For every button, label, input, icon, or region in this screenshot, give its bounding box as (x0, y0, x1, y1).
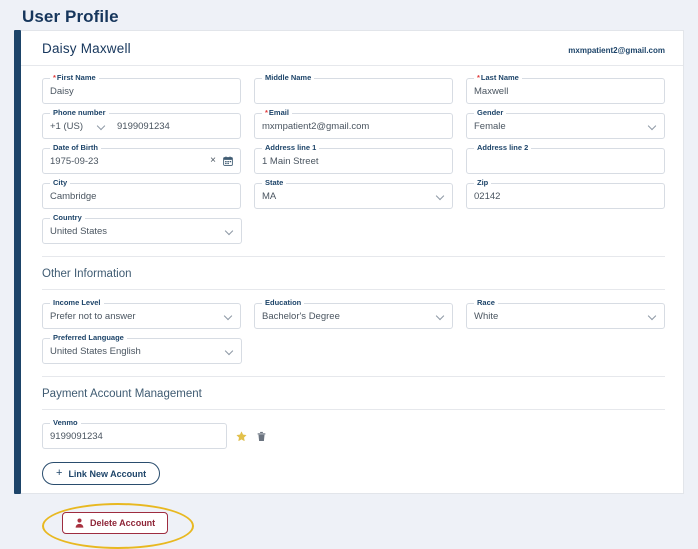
form-row-city-state-zip: City Cambridge State MA Zip 02142 (42, 178, 665, 209)
field-address-line-2[interactable]: Address line 2 (466, 143, 665, 174)
form-row-names: *First Name Daisy Middle Name *Last Name (42, 73, 665, 104)
field-label-education: Education (262, 298, 305, 308)
field-value-date-of-birth: 1975-09-23 (50, 155, 99, 167)
chevron-down-icon[interactable] (97, 122, 107, 131)
form-row-country: Country United States (42, 213, 665, 244)
field-income-level[interactable]: Income Level Prefer not to answer (42, 298, 241, 329)
field-label-last-name: *Last Name (474, 73, 522, 83)
profile-card: Daisy Maxwell mxmpatient2@gmail.com *Fir… (14, 30, 684, 549)
required-asterisk: * (53, 73, 56, 82)
field-preferred-language[interactable]: Preferred Language United States English (42, 333, 242, 364)
field-value-address-line-1: 1 Main Street (262, 155, 319, 167)
field-value-education: Bachelor's Degree (262, 310, 340, 322)
field-label-address-line-1: Address line 1 (262, 143, 320, 153)
chevron-down-icon[interactable] (648, 312, 657, 321)
field-label-preferred-language: Preferred Language (50, 333, 127, 343)
payment-account-row: Venmo 9199091234 (42, 418, 665, 449)
page-title: User Profile (22, 7, 119, 26)
field-value-gender: Female (474, 120, 506, 132)
card-header: Daisy Maxwell mxmpatient2@gmail.com (21, 31, 683, 66)
field-value-email: mxmpatient2@gmail.com (262, 120, 370, 132)
chevron-down-icon[interactable] (436, 192, 445, 201)
link-new-account-label: Link New Account (68, 468, 147, 479)
section-title-payment: Payment Account Management (42, 388, 665, 410)
field-label-phone-number: Phone number (50, 108, 109, 118)
section-payment-account-management: Payment Account Management Venmo 9199091… (42, 376, 665, 549)
form-row-contact: Phone number +1 (US) 9199091234 *Email m… (42, 108, 665, 139)
phone-country-code[interactable]: +1 (US) (50, 121, 83, 132)
star-icon[interactable] (236, 430, 247, 442)
plus-icon: + (56, 467, 63, 479)
field-label-state: State (262, 178, 287, 188)
field-race[interactable]: Race White (466, 298, 665, 329)
field-value-preferred-language: United States English (50, 345, 141, 357)
calendar-icon[interactable] (223, 156, 233, 166)
required-asterisk: * (477, 73, 480, 82)
field-label-gender: Gender (474, 108, 507, 118)
field-email[interactable]: *Email mxmpatient2@gmail.com (254, 108, 453, 139)
trash-icon[interactable] (256, 431, 267, 442)
chevron-down-icon[interactable] (648, 122, 657, 131)
field-middle-name[interactable]: Middle Name (254, 73, 453, 104)
profile-email: mxmpatient2@gmail.com (568, 46, 665, 55)
field-country[interactable]: Country United States (42, 213, 242, 244)
delete-account-label: Delete Account (90, 518, 156, 528)
field-value-income-level: Prefer not to answer (50, 310, 136, 322)
field-first-name[interactable]: *First Name Daisy (42, 73, 241, 104)
form-row-other-2: Preferred Language United States English (42, 333, 665, 364)
card-body: *First Name Daisy Middle Name *Last Name (21, 66, 683, 549)
person-icon (75, 518, 84, 528)
link-new-account-button[interactable]: + Link New Account (42, 462, 161, 485)
field-label-country: Country (50, 213, 85, 223)
field-label-income-level: Income Level (50, 298, 104, 308)
field-label-middle-name: Middle Name (262, 73, 315, 83)
field-last-name[interactable]: *Last Name Maxwell (466, 73, 665, 104)
field-label-city: City (50, 178, 71, 188)
section-other-information: Other Information Income Level Prefer no… (42, 256, 665, 364)
field-label-race: Race (474, 298, 498, 308)
field-gender[interactable]: Gender Female (466, 108, 665, 139)
field-value-first-name: Daisy (50, 85, 74, 97)
form-row-address: Date of Birth 1975-09-23 × Address line … (42, 143, 665, 174)
field-value-city: Cambridge (50, 190, 97, 202)
card-accent-bar (14, 30, 21, 494)
field-city[interactable]: City Cambridge (42, 178, 241, 209)
delete-account-button[interactable]: Delete Account (62, 512, 169, 534)
field-zip[interactable]: Zip 02142 (466, 178, 665, 209)
field-value-last-name: Maxwell (474, 85, 509, 97)
form-row-other-1: Income Level Prefer not to answer Educat… (42, 298, 665, 329)
field-label-date-of-birth: Date of Birth (50, 143, 101, 153)
field-label-venmo: Venmo (50, 418, 81, 428)
profile-name: Daisy Maxwell (42, 41, 131, 56)
field-label-first-name: *First Name (50, 73, 99, 83)
field-label-address-line-2: Address line 2 (474, 143, 532, 153)
field-value-phone-number: 9199091234 (117, 120, 170, 132)
field-state[interactable]: State MA (254, 178, 453, 209)
field-label-zip: Zip (474, 178, 492, 188)
field-phone-number[interactable]: Phone number +1 (US) 9199091234 (42, 108, 241, 139)
field-value-venmo: 9199091234 (50, 430, 103, 442)
chevron-down-icon[interactable] (225, 347, 234, 356)
chevron-down-icon[interactable] (436, 312, 445, 321)
chevron-down-icon[interactable] (224, 312, 233, 321)
field-education[interactable]: Education Bachelor's Degree (254, 298, 453, 329)
section-title-other-information: Other Information (42, 268, 665, 290)
field-label-email: *Email (262, 108, 292, 118)
field-value-zip: 02142 (474, 190, 501, 202)
field-value-race: White (474, 310, 499, 322)
field-value-state: MA (262, 190, 277, 202)
field-value-country: United States (50, 225, 108, 237)
close-icon[interactable]: × (210, 156, 216, 166)
field-date-of-birth[interactable]: Date of Birth 1975-09-23 × (42, 143, 241, 174)
chevron-down-icon[interactable] (225, 227, 234, 236)
delete-account-zone: Delete Account (42, 503, 665, 549)
field-venmo-account[interactable]: Venmo 9199091234 (42, 418, 227, 449)
required-asterisk: * (265, 108, 268, 117)
field-address-line-1[interactable]: Address line 1 1 Main Street (254, 143, 453, 174)
